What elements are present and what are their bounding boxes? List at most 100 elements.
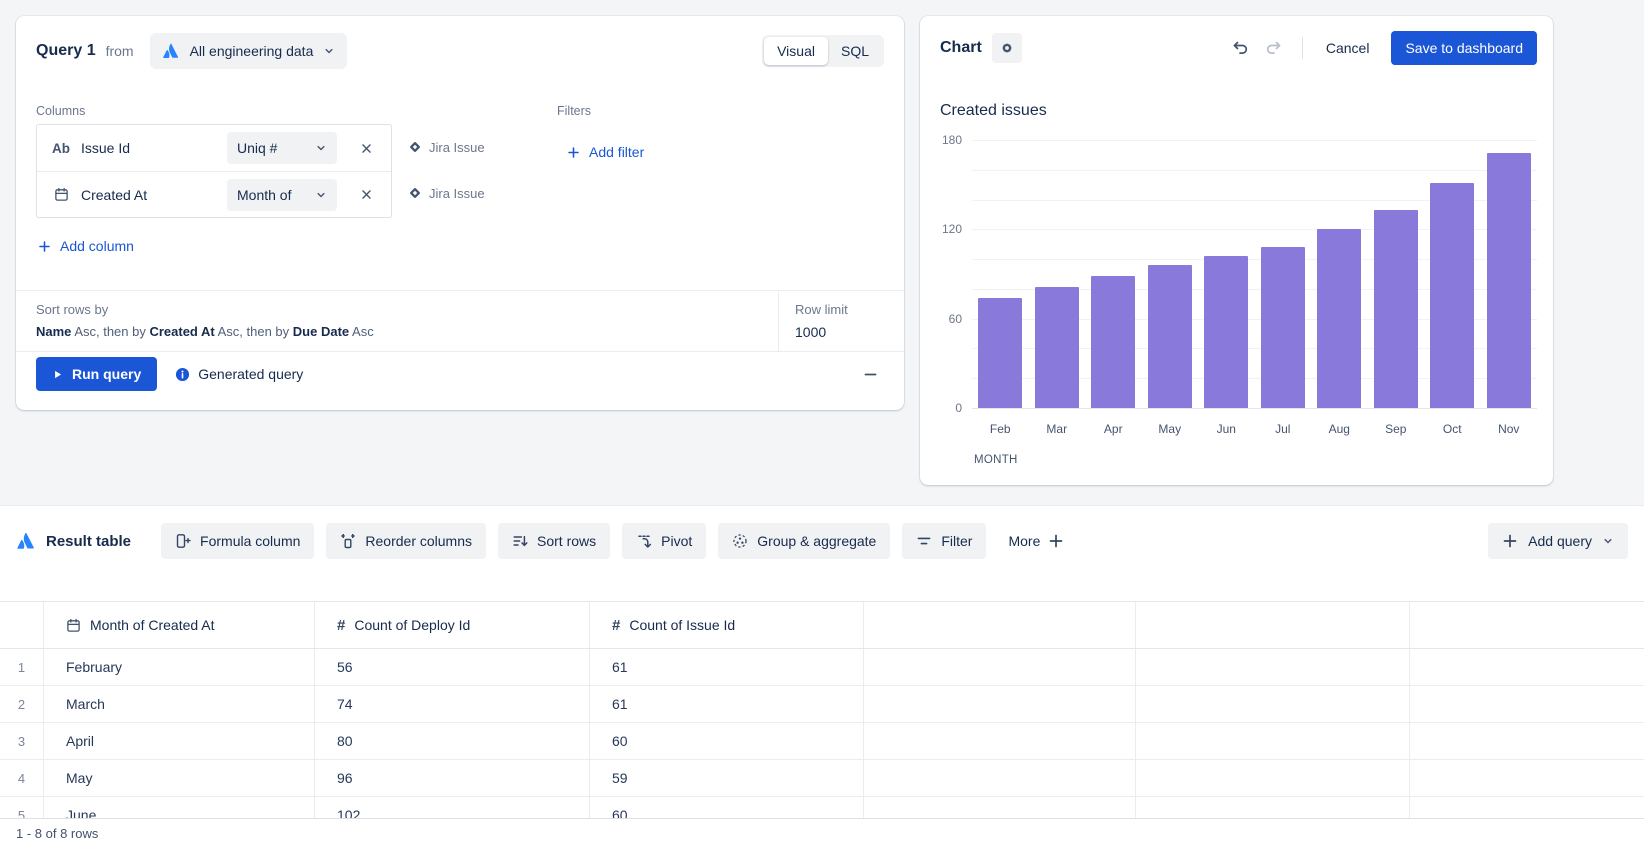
table-cell[interactable]	[1136, 723, 1410, 759]
query-header: Query 1 from All engineering data Visual…	[36, 32, 884, 70]
chevron-down-icon	[1602, 535, 1614, 547]
x-axis-tick: Jul	[1255, 422, 1312, 436]
bar-nov[interactable]	[1487, 153, 1531, 408]
sort-rows-summary[interactable]: Sort rows by Name Asc, then by Created A…	[16, 291, 778, 351]
sort-rows-button[interactable]: Sort rows	[498, 523, 610, 559]
bar-aug[interactable]	[1317, 229, 1361, 408]
table-cell[interactable]: 80	[315, 723, 590, 759]
gridline	[972, 170, 1537, 171]
table-status-bar: 1 - 8 of 8 rows	[0, 818, 1644, 847]
table-cell[interactable]: 102	[315, 797, 590, 819]
column-header[interactable]	[1410, 602, 1644, 648]
table-cell[interactable]	[864, 649, 1136, 685]
table-cell[interactable]: 74	[315, 686, 590, 722]
remove-column-button[interactable]	[353, 182, 379, 208]
formula-column-button[interactable]: Formula column	[161, 523, 314, 559]
view-toggle-sql[interactable]: SQL	[828, 37, 882, 65]
table-cell[interactable]: 60	[590, 797, 864, 819]
column-header[interactable]	[864, 602, 1136, 648]
row-limit-cell[interactable]: Row limit 1000	[778, 291, 904, 351]
row-number: 5	[0, 797, 44, 819]
bar-apr[interactable]	[1091, 276, 1135, 409]
collapse-panel-button[interactable]	[856, 360, 884, 388]
jira-issue-icon	[408, 186, 422, 200]
generated-query-toggle[interactable]: Generated query	[175, 366, 303, 382]
bar-may[interactable]	[1148, 265, 1192, 408]
column-name: Created At	[81, 187, 219, 203]
x-axis-tick: May	[1142, 422, 1199, 436]
calendar-icon	[54, 187, 69, 202]
table-cell[interactable]: February	[44, 649, 315, 685]
more-button[interactable]: More	[1000, 523, 1072, 559]
column-header[interactable]: Month of Created At	[44, 602, 315, 648]
add-query-button[interactable]: Add query	[1488, 523, 1628, 559]
table-cell[interactable]	[864, 760, 1136, 796]
bar-jul[interactable]	[1261, 247, 1305, 408]
add-column-button[interactable]: Add column	[38, 238, 134, 254]
data-source-picker[interactable]: All engineering data	[150, 33, 348, 69]
query-title: Query 1	[36, 42, 96, 60]
table-cell[interactable]	[864, 723, 1136, 759]
table-cell[interactable]	[1136, 760, 1410, 796]
table-cell[interactable]	[1136, 686, 1410, 722]
table-cell[interactable]	[864, 686, 1136, 722]
table-cell[interactable]: 61	[590, 649, 864, 685]
bar-sep[interactable]	[1374, 210, 1418, 408]
table-cell[interactable]	[1410, 760, 1644, 796]
table-cell[interactable]	[1136, 797, 1410, 819]
table-cell[interactable]	[1410, 723, 1644, 759]
add-filter-button[interactable]: Add filter	[567, 144, 644, 160]
x-axis-tick: Oct	[1424, 422, 1481, 436]
table-cell[interactable]: 96	[315, 760, 590, 796]
column-header[interactable]: #Count of Issue Id	[590, 602, 864, 648]
table-cell[interactable]	[1410, 686, 1644, 722]
table-cell[interactable]: 60	[590, 723, 864, 759]
filter-button[interactable]: Filter	[902, 523, 986, 559]
pivot-button[interactable]: Pivot	[622, 523, 706, 559]
bar-jun[interactable]	[1204, 256, 1248, 408]
table-cell[interactable]: May	[44, 760, 315, 796]
close-icon	[360, 142, 373, 155]
run-query-button[interactable]: Run query	[36, 357, 157, 391]
result-table-title: Result table	[16, 523, 131, 559]
remove-column-button[interactable]	[353, 135, 379, 161]
table-row: 2March7461	[0, 686, 1644, 723]
x-axis-tick: Mar	[1029, 422, 1086, 436]
results-panel: Result table Formula column Reorder colum…	[0, 505, 1644, 847]
bar-mar[interactable]	[1035, 287, 1079, 408]
gridline	[972, 140, 1537, 141]
reorder-columns-button[interactable]: Reorder columns	[326, 523, 486, 559]
table-cell[interactable]: June	[44, 797, 315, 819]
generated-query-label: Generated query	[198, 366, 303, 382]
aggregation-select[interactable]: Month of	[227, 179, 337, 211]
column-source-tag: Jira Issue	[408, 170, 485, 216]
column-header[interactable]: #Count of Deploy Id	[315, 602, 590, 648]
table-cell[interactable]: 59	[590, 760, 864, 796]
table-cell[interactable]	[1410, 797, 1644, 819]
sort-section: Sort rows by Name Asc, then by Created A…	[16, 290, 904, 352]
text-type-icon: Ab	[52, 141, 70, 156]
bar-oct[interactable]	[1430, 183, 1474, 408]
row-number: 1	[0, 649, 44, 685]
x-axis-title: MONTH	[974, 454, 1018, 466]
table-cell[interactable]: April	[44, 723, 315, 759]
query-columns-box: AbIssue IdUniq #Created AtMonth of	[36, 124, 392, 218]
chevron-down-icon	[315, 142, 327, 154]
table-cell[interactable]	[1136, 649, 1410, 685]
aggregation-select[interactable]: Uniq #	[227, 132, 337, 164]
close-icon	[360, 188, 373, 201]
query-panel: Query 1 from All engineering data Visual…	[16, 16, 904, 410]
table-cell[interactable]	[1410, 649, 1644, 685]
table-cell[interactable]: 56	[315, 649, 590, 685]
table-cell[interactable]: March	[44, 686, 315, 722]
column-header[interactable]	[1136, 602, 1410, 648]
atlassian-logo-icon	[162, 42, 180, 60]
view-toggle-visual[interactable]: Visual	[764, 37, 828, 65]
page: { "colors": { "accent": "#1A56D6", "bar_…	[0, 0, 1644, 847]
row-number: 2	[0, 686, 44, 722]
table-cell[interactable]	[864, 797, 1136, 819]
table-row: 3April8060	[0, 723, 1644, 760]
table-cell[interactable]: 61	[590, 686, 864, 722]
bar-feb[interactable]	[978, 298, 1022, 408]
group-aggregate-button[interactable]: Group & aggregate	[718, 523, 890, 559]
